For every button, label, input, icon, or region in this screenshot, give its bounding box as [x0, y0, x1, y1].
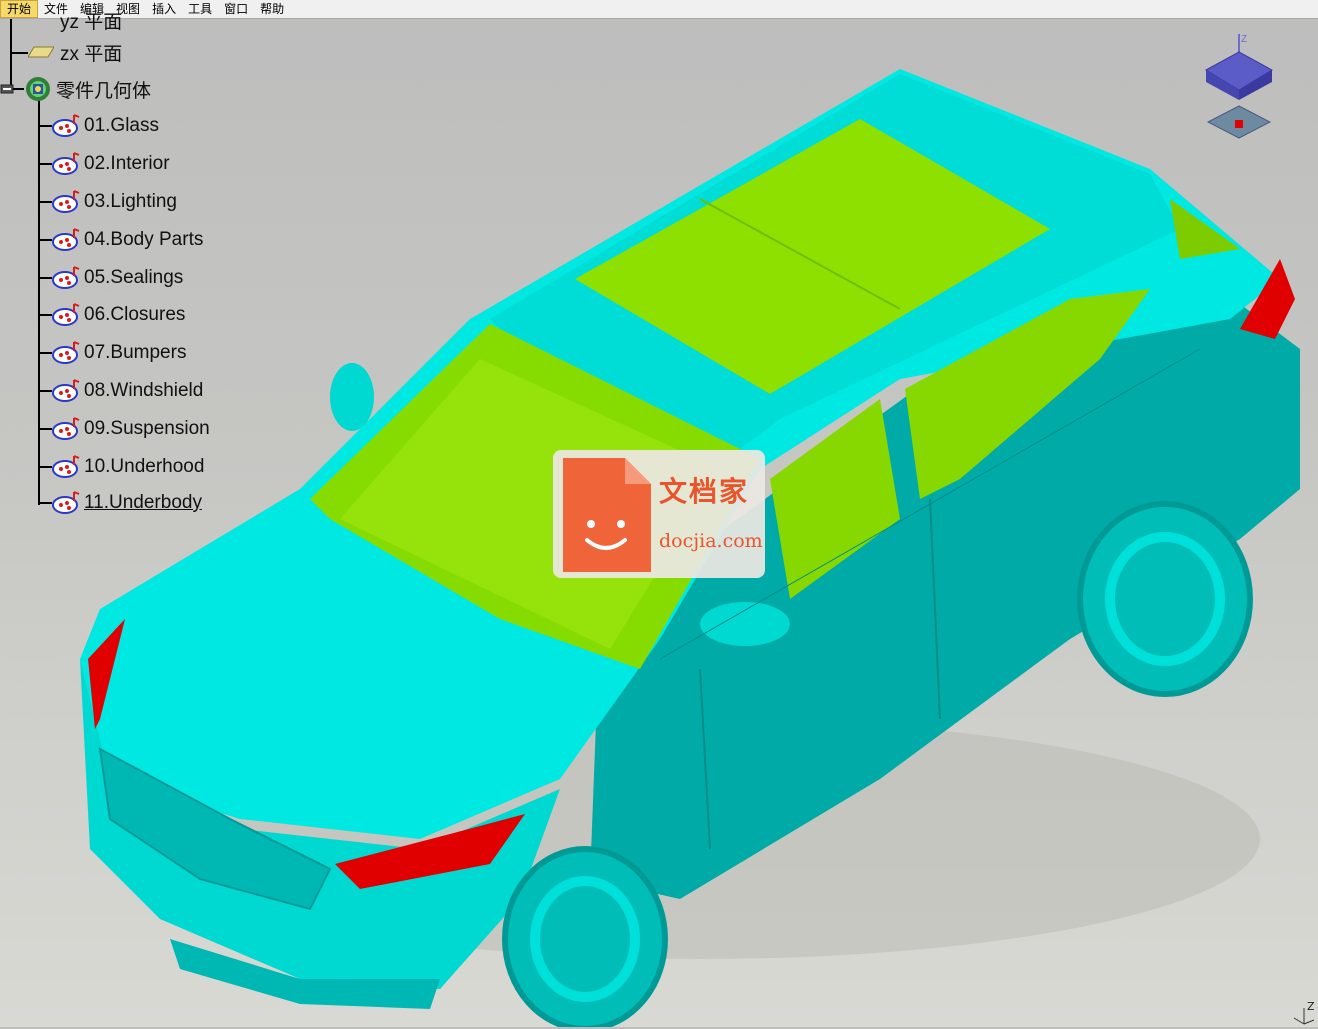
menu-insert[interactable]: 插入: [146, 0, 182, 18]
tree-item-yz-plane[interactable]: yz 平面: [60, 5, 122, 35]
tree-item-label: 03.Lighting: [84, 191, 177, 212]
compass-z-label: Z: [1241, 34, 1247, 45]
specification-tree: yz 平面 zx 平面 零件几何体 01.Glass 02.Interior 0…: [0, 12, 240, 519]
view-compass[interactable]: Z: [1196, 30, 1282, 146]
tree-item-label: 05.Sealings: [84, 267, 184, 288]
tree-item-geoset[interactable]: 02.Interior: [40, 149, 170, 179]
tree-item-label: 07.Bumpers: [84, 342, 187, 363]
tree-item-label: 04.Body Parts: [84, 229, 204, 250]
watermark: 文档家 docjia.com: [553, 450, 765, 578]
tree-connector: [40, 466, 52, 468]
tree-item-label: 08.Windshield: [84, 380, 204, 401]
geometrical-set-icon: [52, 266, 80, 289]
menu-window[interactable]: 窗口: [218, 0, 254, 18]
tree-connector: [10, 52, 28, 54]
collapse-minus-icon[interactable]: [0, 84, 24, 94]
geometrical-set-icon: [52, 341, 80, 364]
tree-item-geoset[interactable]: 01.Glass: [40, 111, 159, 141]
geometrical-set-icon: [52, 190, 80, 213]
tree-item-geoset[interactable]: 10.Underhood: [40, 452, 204, 482]
geometrical-set-icon: [52, 455, 80, 478]
compass-icon: Z: [1204, 34, 1274, 139]
tree-connector: [40, 125, 52, 127]
geometrical-set-icon: [52, 491, 80, 514]
tree-item-label: 零件几何体: [56, 80, 152, 102]
geometrical-set-icon: [52, 152, 80, 175]
tree-item-label: 02.Interior: [84, 153, 170, 174]
tree-item-label: yz 平面: [60, 11, 123, 33]
tree-connector: [40, 239, 52, 241]
menu-help[interactable]: 帮助: [254, 0, 290, 18]
tree-item-geoset[interactable]: 03.Lighting: [40, 187, 177, 217]
tree-connector: [40, 428, 52, 430]
menu-tools[interactable]: 工具: [182, 0, 218, 18]
menu-bar: 开始 文件 编辑 视图 插入 工具 窗口 帮助: [0, 0, 1318, 19]
tree-item-label: zx 平面: [60, 43, 123, 65]
tree-item-label: 10.Underhood: [84, 456, 205, 477]
tree-connector: [40, 163, 52, 165]
geometrical-set-icon: [52, 303, 80, 326]
axis-indicator: Z: [1290, 1000, 1316, 1026]
geometrical-set-icon: [52, 228, 80, 251]
tree-item-label: 11.Underbody: [84, 492, 202, 513]
geometrical-set-icon: [52, 379, 80, 402]
tree-connector: [40, 314, 52, 316]
watermark-site: docjia.com: [659, 530, 763, 552]
tree-connector: [40, 352, 52, 354]
tree-connector: [40, 277, 52, 279]
part-body-icon: [26, 77, 50, 101]
watermark-title: 文档家: [659, 475, 750, 508]
tree-item-geoset[interactable]: 11.Underbody: [40, 488, 202, 518]
tree-item-label: 01.Glass: [84, 115, 159, 136]
tree-item-zx-plane[interactable]: zx 平面: [28, 37, 122, 67]
geometrical-set-icon: [52, 114, 80, 137]
tree-item-geoset[interactable]: 04.Body Parts: [40, 225, 203, 255]
tree-connector: [40, 390, 52, 392]
tree-item-geoset[interactable]: 09.Suspension: [40, 414, 210, 444]
tree-item-part-body[interactable]: 零件几何体: [0, 74, 151, 104]
tree-item-label: 06.Closures: [84, 304, 186, 325]
tree-item-geoset[interactable]: 06.Closures: [40, 300, 185, 330]
tree-connector: [40, 502, 52, 504]
tree-item-geoset[interactable]: 05.Sealings: [40, 263, 183, 293]
geometrical-set-icon: [52, 417, 80, 440]
plane-icon: [28, 46, 54, 58]
document-logo-icon: [563, 458, 651, 572]
tree-item-geoset[interactable]: 08.Windshield: [40, 376, 203, 406]
tree-item-label: 09.Suspension: [84, 418, 210, 439]
tree-connector: [40, 201, 52, 203]
menu-start[interactable]: 开始: [0, 0, 39, 18]
axis-z-label: Z: [1307, 1000, 1315, 1013]
tree-item-geoset[interactable]: 07.Bumpers: [40, 338, 186, 368]
